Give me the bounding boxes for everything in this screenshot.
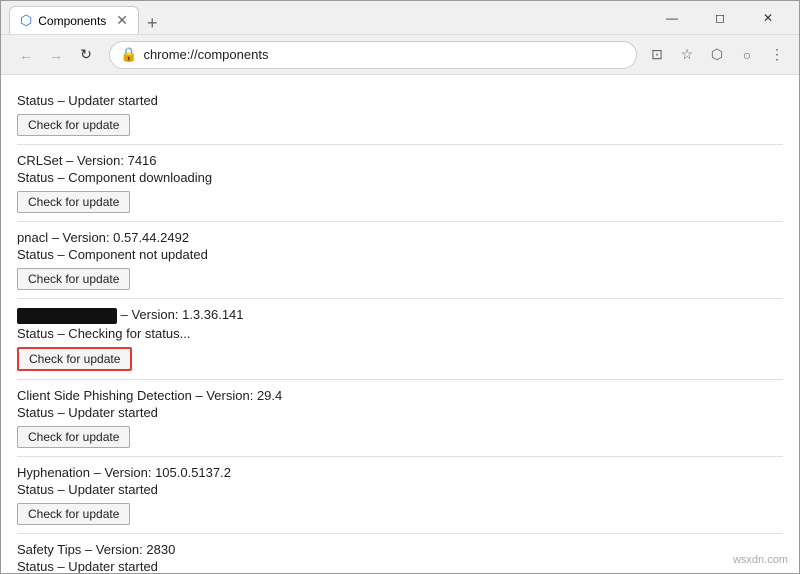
redacted-name (17, 308, 117, 324)
check-update-button[interactable]: Check for update (17, 426, 130, 448)
component-status: Status – Updater started (17, 93, 783, 108)
address-text: chrome://components (143, 47, 268, 62)
page-content: Status – Updater started Check for updat… (1, 75, 799, 573)
component-crlset: CRLSet – Version: 7416 Status – Componen… (17, 145, 783, 222)
nav-controls: ← → ↻ (9, 42, 103, 68)
back-button[interactable]: ← (13, 42, 39, 68)
component-hyphenation: Hyphenation – Version: 105.0.5137.2 Stat… (17, 457, 783, 534)
new-tab-button[interactable]: + (139, 13, 166, 34)
cast-button[interactable]: ⊡ (643, 41, 671, 69)
bookmark-button[interactable]: ☆ (673, 41, 701, 69)
component-status: Status – Updater started (17, 559, 783, 573)
check-update-button[interactable]: Check for update (17, 503, 130, 525)
active-tab[interactable]: ⬡ Components ✕ (9, 6, 139, 34)
component-top-partial: Status – Updater started Check for updat… (17, 83, 783, 145)
component-name-text: Client Side Phishing Detection – Version… (17, 388, 783, 403)
component-name-text: pnacl – Version: 0.57.44.2492 (17, 230, 783, 245)
tab-area: ⬡ Components ✕ + (9, 1, 649, 34)
close-button[interactable]: ✕ (745, 1, 791, 35)
tab-close-button[interactable]: ✕ (116, 12, 128, 29)
component-phishing: Client Side Phishing Detection – Version… (17, 380, 783, 457)
forward-button[interactable]: → (43, 42, 69, 68)
titlebar: ⬡ Components ✕ + ― ◻ ✕ (1, 1, 799, 35)
component-name-text: Hyphenation – Version: 105.0.5137.2 (17, 465, 783, 480)
toolbar-icons: ⊡ ☆ ⬡ ○ ⋮ (643, 41, 791, 69)
menu-button[interactable]: ⋮ (763, 41, 791, 69)
component-status: Status – Checking for status... (17, 326, 783, 341)
minimize-button[interactable]: ― (649, 1, 695, 35)
watermark: wsxdn.com (733, 554, 788, 566)
extensions-button[interactable]: ⬡ (703, 41, 731, 69)
browser-window: ⬡ Components ✕ + ― ◻ ✕ ← → ↻ 🔒 chrome://… (0, 0, 800, 574)
tab-favicon: ⬡ (20, 12, 32, 29)
component-status: Status – Component not updated (17, 247, 783, 262)
component-redacted: – Version: 1.3.36.141 Status – Checking … (17, 299, 783, 380)
address-bar[interactable]: 🔒 chrome://components (109, 41, 637, 69)
component-name-text: – Version: 1.3.36.141 (17, 307, 783, 324)
window-controls: ― ◻ ✕ (649, 1, 791, 35)
profile-button[interactable]: ○ (733, 41, 761, 69)
component-status: Status – Component downloading (17, 170, 783, 185)
component-pnacl: pnacl – Version: 0.57.44.2492 Status – C… (17, 222, 783, 299)
component-status: Status – Updater started (17, 405, 783, 420)
tab-title: Components (38, 14, 106, 28)
component-name-text: CRLSet – Version: 7416 (17, 153, 783, 168)
check-update-button[interactable]: Check for update (17, 114, 130, 136)
check-update-button[interactable]: Check for update (17, 347, 132, 371)
refresh-button[interactable]: ↻ (73, 42, 99, 68)
addressbar: ← → ↻ 🔒 chrome://components ⊡ ☆ ⬡ ○ ⋮ (1, 35, 799, 75)
component-name-text: Safety Tips – Version: 2830 (17, 542, 783, 557)
component-safety-tips: Safety Tips – Version: 2830 Status – Upd… (17, 534, 783, 573)
component-status: Status – Updater started (17, 482, 783, 497)
security-icon: 🔒 (120, 46, 137, 63)
maximize-button[interactable]: ◻ (697, 1, 743, 35)
check-update-button[interactable]: Check for update (17, 268, 130, 290)
check-update-button[interactable]: Check for update (17, 191, 130, 213)
